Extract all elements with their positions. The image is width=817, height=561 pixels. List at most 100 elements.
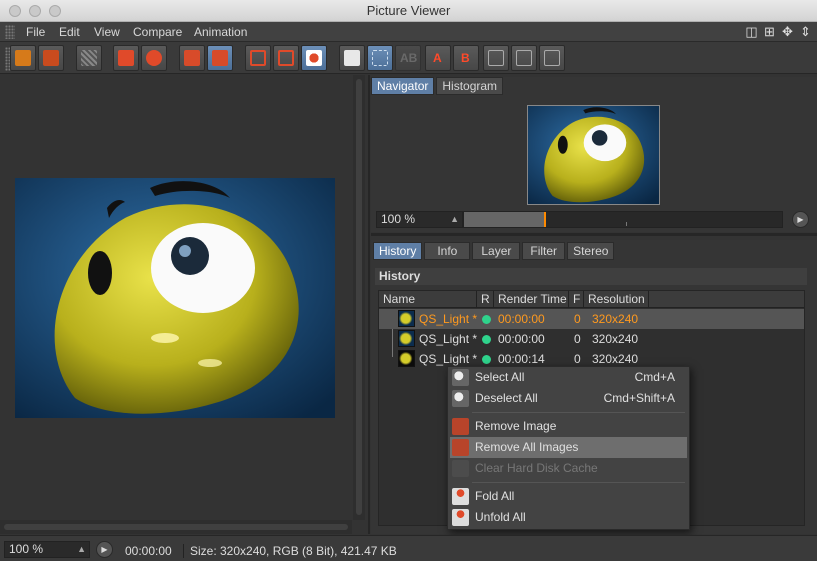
spinner-icon[interactable]: ▲	[450, 212, 459, 227]
menu-item-clear-hard-disk-cache[interactable]: Clear Hard Disk Cache	[450, 458, 687, 479]
table-row[interactable]: QS_Light * 00:00:00 0 320x240	[379, 329, 804, 349]
status-dot-icon	[482, 355, 491, 364]
viewer-horizontal-scrollbar[interactable]	[0, 520, 352, 534]
render-to-pv-button[interactable]	[113, 45, 139, 71]
view-ab-icon	[306, 50, 322, 66]
column-name[interactable]: Name	[379, 291, 477, 308]
menu-item-remove-image[interactable]: Remove Image	[450, 416, 687, 437]
column-r[interactable]: R	[477, 291, 494, 308]
tab-stereo[interactable]: Stereo	[567, 242, 615, 260]
status-time: 00:00:00	[125, 544, 172, 558]
move-panel-icon[interactable]: ✥	[780, 24, 795, 39]
open-icon	[15, 50, 31, 66]
viewer-horizontal-scroll-thumb[interactable]	[4, 524, 348, 530]
grid-button[interactable]	[76, 45, 102, 71]
compare-3-icon	[544, 50, 560, 66]
status-image-info: Size: 320x240, RGB (8 Bit), 421.47 KB	[183, 544, 397, 558]
save-icon	[43, 50, 59, 66]
menu-item-unfold-all[interactable]: Unfold All	[450, 507, 687, 528]
view-ab-button[interactable]	[301, 45, 327, 71]
menu-animation[interactable]: Animation	[194, 25, 247, 39]
tab-filter[interactable]: Filter	[522, 242, 566, 260]
view-b-button[interactable]	[273, 45, 299, 71]
menu-item-remove-all-images[interactable]: Remove All Images	[450, 437, 687, 458]
row-render-time: 00:00:00	[498, 332, 545, 346]
ab-compare-icon	[344, 50, 360, 66]
row-resolution: 320x240	[592, 312, 639, 326]
row-thumbnail	[398, 330, 415, 347]
tab-layer[interactable]: Layer	[472, 242, 521, 260]
viewer-vertical-scroll-thumb[interactable]	[356, 79, 362, 515]
history-section-title: History	[375, 268, 807, 285]
navigator-play-button[interactable]: ▶	[792, 211, 809, 228]
table-row[interactable]: QS_Light * 00:00:00 0 320x240	[379, 309, 804, 329]
menu-item-shortcut: Cmd+Shift+A	[603, 391, 675, 405]
menu-compare[interactable]: Compare	[133, 25, 182, 39]
view-a-button[interactable]	[245, 45, 271, 71]
status-dot-icon	[482, 335, 491, 344]
grid-icon	[81, 50, 97, 66]
menu-item-fold-all[interactable]: Fold All	[450, 486, 687, 507]
menu-item-select-all[interactable]: Select All Cmd+A	[450, 367, 687, 388]
compare-1-icon	[488, 50, 504, 66]
deselect-all-icon	[452, 390, 469, 407]
menu-item-label: Select All	[475, 370, 525, 384]
timeline-fill	[464, 212, 544, 227]
timeline-marker[interactable]	[544, 212, 546, 227]
remove-button[interactable]	[179, 45, 205, 71]
column-render-time[interactable]: Render Time	[494, 291, 569, 308]
remove-all-button[interactable]	[207, 45, 233, 71]
remove-all-icon	[212, 50, 228, 66]
menu-item-label: Remove All Images	[475, 440, 579, 454]
navigator-timeline[interactable]	[463, 211, 783, 228]
menu-file[interactable]: File	[26, 25, 45, 39]
tab-histogram[interactable]: Histogram	[436, 77, 504, 95]
menu-item-deselect-all[interactable]: Deselect All Cmd+Shift+A	[450, 388, 687, 409]
column-resolution[interactable]: Resolution	[584, 291, 649, 308]
compare-1-button[interactable]	[483, 45, 509, 71]
column-f[interactable]: F	[569, 291, 584, 308]
ab-split-icon	[372, 50, 388, 66]
fold-all-icon	[452, 488, 469, 505]
viewer-vertical-scrollbar[interactable]	[353, 75, 365, 520]
navigator-zoom-field[interactable]: 100 % ▲	[376, 211, 463, 228]
compare-2-button[interactable]	[511, 45, 537, 71]
title-bar: Picture Viewer	[0, 0, 817, 22]
open-button[interactable]	[10, 45, 36, 71]
toolbar: AB A B	[0, 42, 817, 74]
row-name: QS_Light *	[419, 332, 478, 346]
pane-separator[interactable]	[371, 233, 817, 236]
tab-navigator[interactable]: Navigator	[371, 77, 435, 95]
menu-edit[interactable]: Edit	[59, 25, 80, 39]
render-user-button[interactable]	[141, 45, 167, 71]
clear-cache-icon	[452, 460, 469, 477]
pane-divider[interactable]	[368, 75, 370, 534]
navigator-preview[interactable]	[527, 105, 660, 205]
menu-item-label: Deselect All	[475, 391, 538, 405]
menu-view[interactable]: View	[94, 25, 120, 39]
remove-icon	[184, 50, 200, 66]
new-panel-icon[interactable]: ⊞	[762, 24, 777, 39]
ab-compare-button[interactable]	[339, 45, 365, 71]
menu-item-label: Clear Hard Disk Cache	[475, 461, 598, 475]
status-zoom-value: 100 %	[9, 542, 44, 556]
spinner-icon[interactable]: ▲	[77, 542, 86, 557]
expand-panel-icon[interactable]: ⇕	[798, 24, 813, 39]
set-a-button[interactable]: A	[425, 45, 451, 71]
status-play-button[interactable]: ▶	[96, 541, 113, 558]
status-zoom-field[interactable]: 100 % ▲	[4, 541, 90, 558]
tab-info[interactable]: Info	[424, 242, 471, 260]
set-b-icon: B	[461, 51, 470, 65]
set-b-button[interactable]: B	[453, 45, 479, 71]
tab-history[interactable]: History	[373, 242, 423, 260]
menu-separator	[472, 412, 685, 413]
ab-disabled-button[interactable]: AB	[395, 45, 421, 71]
ab-split-button[interactable]	[367, 45, 393, 71]
select-all-icon	[452, 369, 469, 386]
history-table-header: Name R Render Time F Resolution	[379, 291, 804, 308]
save-button[interactable]	[38, 45, 64, 71]
panel-layout-icon[interactable]: ◫	[744, 24, 759, 39]
menu-item-label: Fold All	[475, 489, 515, 503]
compare-3-button[interactable]	[539, 45, 565, 71]
menu-item-label: Unfold All	[475, 510, 526, 524]
